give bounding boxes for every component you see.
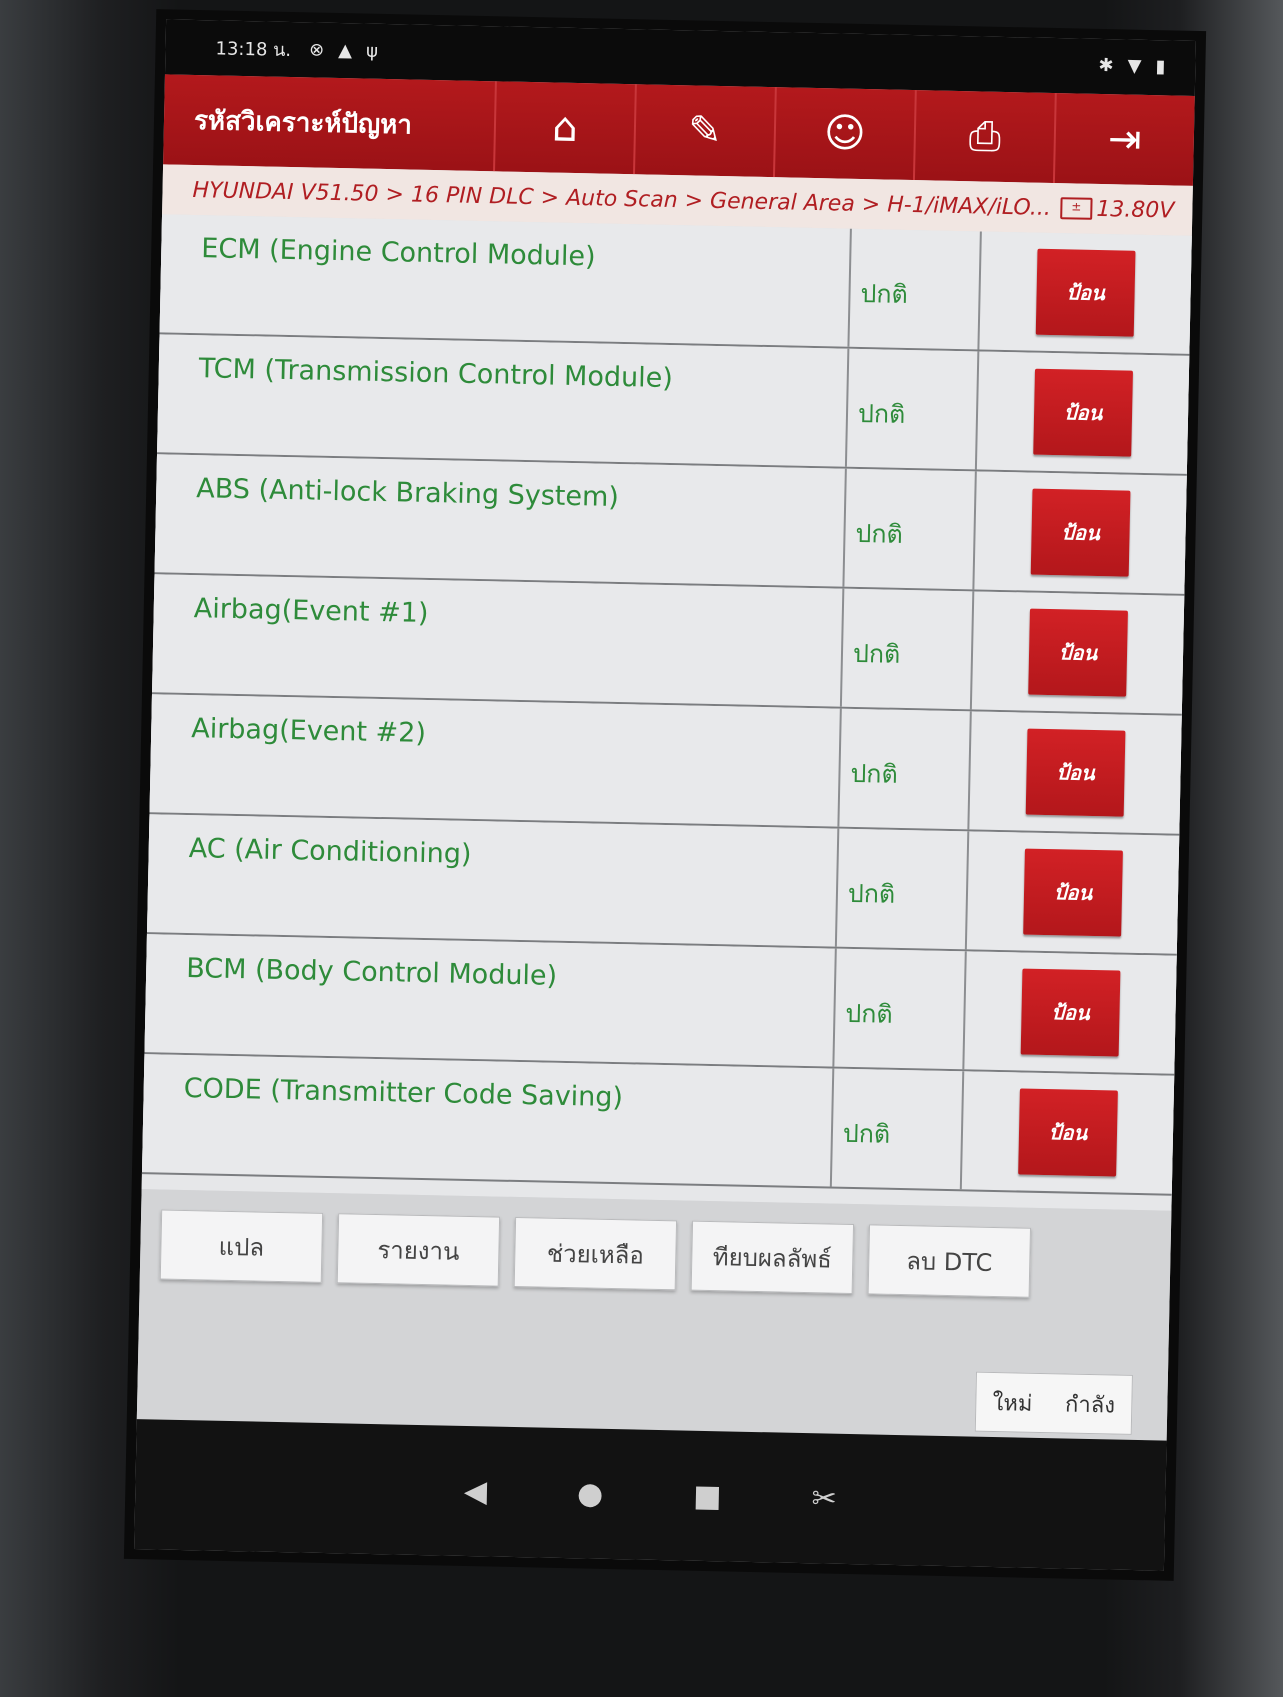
module-name: Airbag(Event #2) — [149, 694, 842, 827]
home-button[interactable]: ⌂ — [493, 81, 635, 175]
status-time: 13:18 น. — [215, 38, 292, 62]
enter-button[interactable]: ป้อน — [1023, 848, 1123, 937]
breadcrumb-path: HYUNDAI V51.50 > 16 PIN DLC > Auto Scan … — [192, 177, 1052, 221]
recents-icon[interactable]: ■ — [693, 1478, 722, 1514]
toggle-left-label: ใหม่ — [992, 1390, 1033, 1417]
wifi-icon: ▼ — [1127, 55, 1142, 77]
function-buttons: แปล รายงาน ช่วยเหลือ ทียบผลลัพธ์ ลบ DTC — [159, 1209, 1032, 1298]
list-item: CODE (Transmitter Code Saving) ปกติ ป้อน — [141, 1054, 1175, 1196]
status-toggle[interactable]: ใหม่ กำลัง — [974, 1371, 1133, 1435]
enter-button[interactable]: ป้อน — [1025, 728, 1126, 817]
print-button[interactable]: ⎙ — [912, 90, 1055, 183]
exit-button[interactable]: ⇥ — [1052, 93, 1195, 186]
page-title: รหัสวิเคราะห์ปัญหา — [193, 105, 413, 141]
module-status: ปกติ — [841, 588, 975, 710]
help-button[interactable]: ช่วยเหลือ — [513, 1216, 678, 1291]
status-right-icons: ✱ ▼ ▮ — [1098, 55, 1165, 77]
list-item: Airbag(Event #1) ปกติ ป้อน — [151, 574, 1185, 716]
system-nav-bar: ◀ ● ■ ✂ — [134, 1419, 1167, 1571]
toggle-right-label: กำลัง — [1064, 1392, 1116, 1419]
screen: 13:18 น. ⊗ ▲ ψ ✱ ▼ ▮ รหัสวิเคราะห์ปัญหา … — [134, 19, 1196, 1571]
support-icon: ☺ — [823, 110, 867, 158]
module-status: ปกติ — [831, 1068, 965, 1190]
module-name: Airbag(Event #1) — [152, 574, 845, 707]
module-status: ปกติ — [834, 948, 967, 1070]
module-name: ABS (Anti-lock Braking System) — [154, 454, 847, 587]
bluetooth-icon: ✱ — [1098, 54, 1114, 77]
report-button[interactable]: รายงาน — [336, 1213, 501, 1287]
exit-icon: ⇥ — [1107, 116, 1143, 163]
usb-debug-icon: ψ — [365, 40, 379, 62]
edit-button[interactable]: ✎ — [632, 84, 775, 178]
voltage-value: 13.80V — [1096, 196, 1175, 224]
module-status: ปกติ — [844, 468, 977, 590]
enter-button[interactable]: ป้อน — [1028, 608, 1128, 697]
screenshot-icon[interactable]: ✂ — [811, 1481, 837, 1517]
no-disturb-icon: ⊗ — [308, 39, 325, 61]
translate-button[interactable]: แปล — [159, 1209, 324, 1283]
bottom-toolbar: แปล รายงาน ช่วยเหลือ ทียบผลลัพธ์ ลบ DTC … — [136, 1189, 1172, 1441]
module-name: ECM (Engine Control Module) — [159, 214, 852, 347]
list-item: BCM (Body Control Module) ปกติ ป้อน — [144, 934, 1177, 1076]
compare-results-button[interactable]: ทียบผลลัพธ์ — [690, 1220, 855, 1295]
support-button[interactable]: ☺ — [772, 87, 915, 181]
edit-icon: ✎ — [687, 107, 723, 155]
module-name: CODE (Transmitter Code Saving) — [141, 1054, 835, 1187]
module-status: ปกติ — [839, 708, 972, 830]
warning-icon: ▲ — [338, 39, 353, 62]
enter-button[interactable]: ป้อน — [1018, 1088, 1118, 1177]
print-icon: ⎙ — [968, 113, 1002, 160]
module-name: BCM (Body Control Module) — [144, 934, 837, 1067]
back-icon[interactable]: ◀ — [464, 1473, 488, 1508]
module-status: ปกติ — [849, 228, 982, 350]
module-name: AC (Air Conditioning) — [147, 814, 840, 947]
battery-icon: ▮ — [1155, 56, 1166, 78]
enter-button[interactable]: ป้อน — [1030, 488, 1131, 577]
voltage-indicator: ± 13.80V — [1060, 196, 1175, 223]
module-list: ECM (Engine Control Module) ปกติ ป้อน TC… — [141, 214, 1192, 1211]
device-frame: 13:18 น. ⊗ ▲ ψ ✱ ▼ ▮ รหัสวิเคราะห์ปัญหา … — [0, 0, 1283, 1697]
list-item: Airbag(Event #2) ปกติ ป้อน — [149, 694, 1182, 836]
enter-button[interactable]: ป้อน — [1033, 368, 1133, 457]
enter-button[interactable]: ป้อน — [1020, 968, 1121, 1057]
clear-dtc-button[interactable]: ลบ DTC — [867, 1224, 1032, 1298]
list-item: TCM (Transmission Control Module) ปกติ ป… — [157, 334, 1190, 476]
home-icon: ⌂ — [551, 104, 579, 152]
list-item: ABS (Anti-lock Braking System) ปกติ ป้อน — [154, 454, 1187, 596]
module-status: ปกติ — [836, 828, 970, 950]
home-circle-icon[interactable]: ● — [577, 1476, 604, 1512]
app-nav: ⌂ ✎ ☺ ⎙ ⇥ — [493, 81, 1195, 186]
car-battery-icon: ± — [1060, 197, 1093, 220]
module-status: ปกติ — [846, 348, 980, 470]
list-item: ECM (Engine Control Module) ปกติ ป้อน — [159, 214, 1192, 356]
enter-button[interactable]: ป้อน — [1035, 248, 1136, 337]
module-name: TCM (Transmission Control Module) — [157, 334, 850, 467]
list-item: AC (Air Conditioning) ปกติ ป้อน — [146, 814, 1180, 956]
